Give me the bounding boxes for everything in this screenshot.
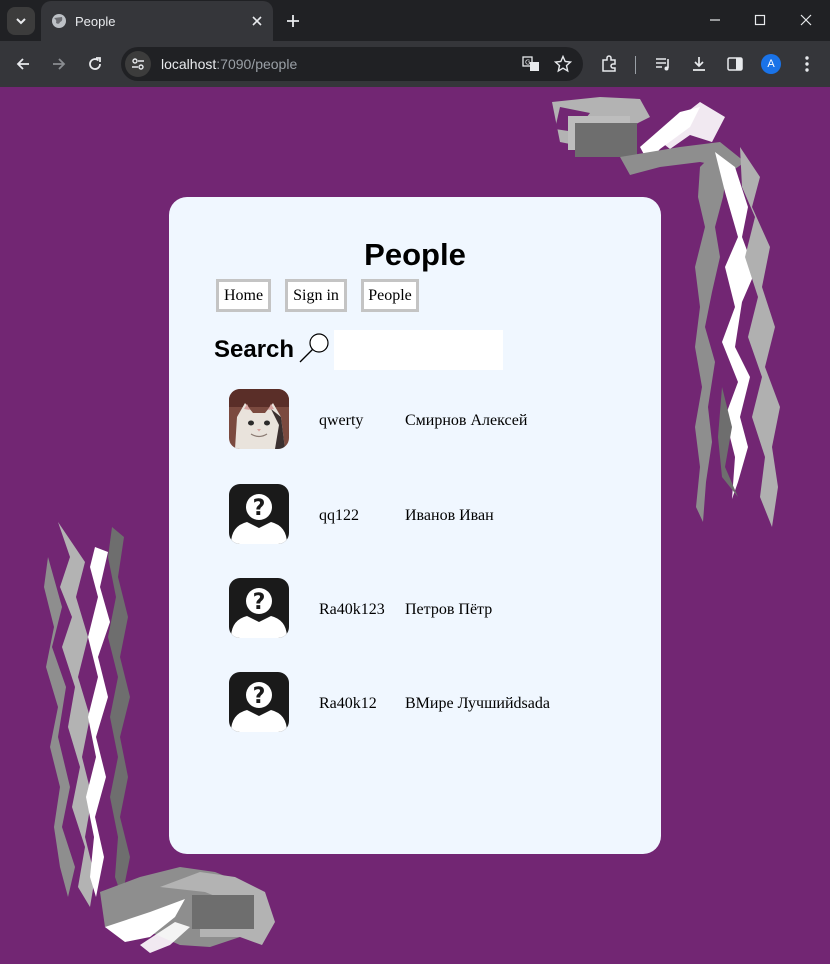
avatar[interactable] (229, 389, 289, 449)
profile-avatar[interactable]: A (761, 54, 781, 74)
avatar[interactable]: ? (229, 672, 289, 732)
tab-search-button[interactable] (7, 7, 35, 35)
minimize-icon (710, 19, 720, 21)
person-name: Петров Пётр (405, 601, 493, 618)
svg-text:?: ? (253, 496, 266, 521)
minimize-button[interactable] (692, 0, 738, 40)
avatar[interactable]: ? (229, 484, 289, 544)
unknown-person-icon: ? (229, 578, 289, 638)
close-icon (800, 14, 812, 26)
address-bar[interactable]: localhost:7090/people G (121, 47, 583, 81)
avatar[interactable]: ? (229, 578, 289, 638)
maximize-button[interactable] (737, 0, 783, 40)
maximize-icon (754, 14, 766, 26)
page-viewport: People Home Sign in People Search qwerty… (0, 87, 830, 964)
person-name: ВМире Лучшийdsada (405, 695, 550, 712)
back-button[interactable] (9, 50, 37, 78)
chevron-down-icon (16, 18, 26, 25)
person-name: Иванов Иван (405, 507, 494, 524)
forward-button[interactable] (45, 50, 73, 78)
tab-close-icon[interactable] (247, 11, 267, 31)
arrow-right-icon (53, 58, 66, 70)
svg-text:?: ? (253, 684, 266, 709)
search-label: Search (214, 336, 295, 363)
plus-icon (287, 15, 299, 27)
person-login: qwerty (319, 412, 364, 429)
person-row[interactable]: ? qq122 Иванов Иван (229, 484, 649, 546)
person-login: Ra40k123 (319, 601, 385, 618)
search-input[interactable] (334, 330, 503, 370)
person-row[interactable]: ? Ra40k12 ВМире Лучшийdsada (229, 672, 649, 734)
person-login: Ra40k12 (319, 695, 377, 712)
browser-tab[interactable]: People (41, 1, 273, 41)
tab-strip: People (0, 0, 830, 41)
svg-text:?: ? (253, 590, 266, 615)
url-text: localhost:7090/people (161, 56, 519, 72)
person-name: Смирнов Алексей (405, 412, 528, 429)
person-row[interactable]: qwerty Смирнов Алексей (229, 389, 649, 451)
new-tab-button[interactable] (281, 9, 305, 33)
reload-button[interactable] (81, 50, 109, 78)
search-icon[interactable] (298, 331, 332, 365)
translate-icon[interactable]: G (519, 52, 543, 76)
arrow-left-icon (16, 58, 29, 70)
nav-link-home[interactable]: Home (216, 279, 271, 312)
person-row[interactable]: ? Ra40k123 Петров Пётр (229, 578, 649, 640)
nav-link-sign-in[interactable]: Sign in (285, 279, 347, 312)
extensions-icon[interactable] (596, 51, 622, 77)
people-card: People Home Sign in People Search qwerty… (169, 197, 661, 854)
media-queue-icon[interactable] (650, 51, 676, 77)
close-window-button[interactable] (783, 0, 829, 40)
side-panel-icon[interactable] (722, 51, 748, 77)
cat-photo-avatar (229, 389, 289, 449)
person-login: qq122 (319, 507, 359, 524)
browser-toolbar: localhost:7090/people G (0, 41, 830, 87)
menu-kebab-icon[interactable] (794, 51, 820, 77)
nav-link-people[interactable]: People (361, 279, 419, 312)
site-info-icon[interactable] (125, 51, 151, 77)
reload-icon (89, 57, 101, 70)
bookmark-star-icon[interactable] (551, 52, 575, 76)
globe-icon (52, 14, 66, 28)
download-icon[interactable] (686, 51, 712, 77)
page-title: People (364, 237, 466, 272)
unknown-person-icon: ? (229, 672, 289, 732)
tab-title: People (75, 13, 116, 29)
url-host: localhost (161, 56, 217, 72)
toolbar-separator (635, 56, 636, 74)
svg-text:G: G (525, 59, 530, 67)
url-path: :7090/people (216, 56, 298, 72)
unknown-person-icon: ? (229, 484, 289, 544)
